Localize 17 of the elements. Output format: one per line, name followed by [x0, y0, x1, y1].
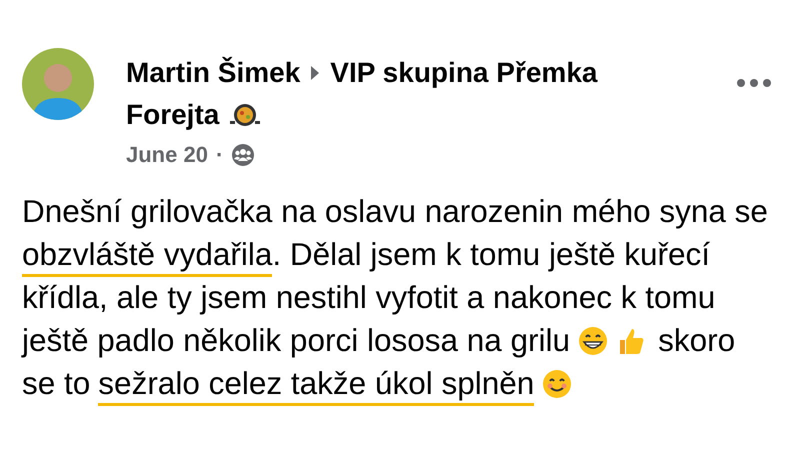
post-text: . Dělal jsem k tomu ještě kuřecí — [272, 236, 710, 273]
post-text: křídla, ale ty jsem nestihl vyfotit a nakonec k tomu — [22, 279, 716, 316]
author-name[interactable]: Martin Šimek — [126, 52, 300, 94]
grinning-face-icon — [578, 326, 608, 356]
more-options-icon[interactable] — [736, 78, 772, 88]
post-text: se to — [22, 365, 90, 402]
post-text: ještě padlo několik porci lososa na grilu — [22, 322, 570, 359]
smiling-face-icon — [542, 368, 572, 398]
post-text: skoro — [658, 322, 736, 359]
post-date[interactable]: June 20 — [126, 142, 208, 168]
triangle-icon — [310, 65, 320, 81]
group-name[interactable]: VIP skupina Přemka — [330, 52, 598, 94]
pan-icon — [229, 101, 262, 129]
group-name[interactable]: Forejta — [126, 94, 220, 136]
post-text: Dnešní grilovačka na oslavu narozenin mého syna se — [22, 193, 768, 230]
separator-dot: · — [216, 142, 224, 168]
group-audience-icon — [231, 143, 256, 167]
